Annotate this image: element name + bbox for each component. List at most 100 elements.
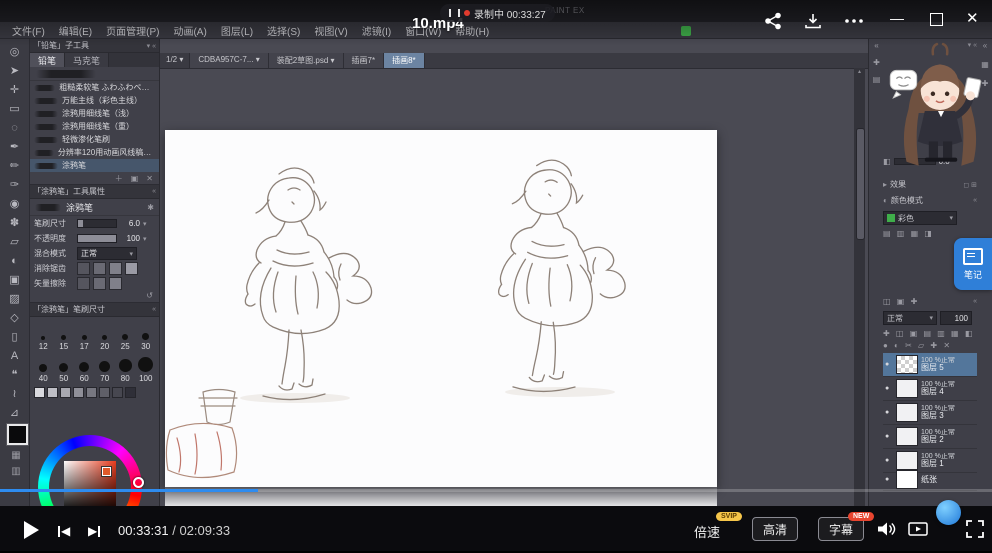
lasso-tool-icon[interactable]: ◌ (4, 119, 26, 138)
menu-item[interactable]: 滤镜(I) (356, 23, 397, 38)
brush-size-option[interactable]: 25 (115, 319, 136, 351)
brush-item[interactable]: 涂鸦用细线笔（重） (30, 120, 159, 133)
seek-bar[interactable] (0, 489, 992, 492)
pattern-icon[interactable]: ▥ (4, 466, 28, 477)
layer-opacity-value[interactable]: 100 (940, 311, 972, 325)
subtool-tab[interactable]: 铅笔 (30, 53, 65, 67)
vector-eraser-option[interactable] (109, 277, 122, 290)
document-tab[interactable]: 装配2草图.psd ▾ (269, 53, 344, 68)
volume-icon[interactable] (876, 521, 896, 537)
menu-item[interactable]: 文件(F) (6, 23, 51, 38)
layer-visibility-icon[interactable]: ● (885, 385, 893, 392)
document-tab[interactable]: 插画7* (344, 53, 385, 68)
paper-layer-row[interactable]: ● 纸张 (883, 468, 977, 491)
download-icon[interactable] (804, 12, 822, 30)
layer-visibility-icon[interactable]: ● (885, 457, 893, 464)
stepper-icon[interactable]: ▾ (143, 220, 147, 228)
sv-cursor[interactable] (102, 467, 111, 476)
canvas-page[interactable] (165, 130, 717, 487)
layer-visibility-icon[interactable]: ● (885, 433, 893, 440)
shape-tool-icon[interactable]: ◇ (4, 309, 26, 328)
layer-tool-icons[interactable]: ✚ ◫ ▣ ▤ ▥ ▦ ◧ (883, 329, 977, 338)
layer-blend-select[interactable]: 正常▾ (883, 311, 937, 325)
pen-tool-icon[interactable]: ✒ (4, 138, 26, 157)
brush-item[interactable]: 万能主线（彩色主线） (30, 94, 159, 107)
more-options-icon[interactable] (844, 17, 864, 25)
antialias-weak-option[interactable] (93, 262, 106, 275)
frame-tool-icon[interactable]: ▯ (4, 328, 26, 347)
brush-item[interactable]: 涂鸦笔 (30, 159, 159, 172)
layer-row[interactable]: ●100 %正常图层 3 (883, 401, 977, 425)
stepper-icon[interactable]: ▾ (143, 235, 147, 243)
brush-size-option[interactable]: 100 (136, 351, 157, 383)
brush-size-option[interactable]: 12 (33, 319, 54, 351)
brush-tool-icon[interactable]: ✑ (4, 176, 26, 195)
antialias-none-option[interactable] (77, 262, 90, 275)
brush-size-slider[interactable] (77, 219, 117, 228)
page-selector[interactable]: 1/2 ▾ (160, 53, 190, 68)
notes-button[interactable]: 笔记 (954, 238, 992, 290)
gradient-tool-icon[interactable]: ▨ (4, 290, 26, 309)
brush-item[interactable]: 涂鸦用细线笔（浅） (30, 107, 159, 120)
panel-menu-icon[interactable]: ▾ « (147, 42, 156, 50)
minimize-icon[interactable]: — (890, 10, 906, 26)
add-brush-icon[interactable]: ＋ (115, 173, 123, 184)
delete-brush-icon[interactable]: ✕ (146, 174, 153, 183)
color-set-icon[interactable]: ▦ (4, 450, 28, 461)
main-color-swatch[interactable] (7, 424, 28, 445)
layer-row[interactable]: ●100 %正常图层 5 (883, 353, 977, 377)
layer-panel-icons[interactable]: ◫ ▣ ✚« (883, 297, 977, 306)
line-correction-tool-icon[interactable]: ≀ (4, 385, 26, 404)
playback-speed-button[interactable]: 倍速 (694, 522, 720, 541)
expand-icon[interactable]: ▸ (883, 180, 887, 189)
subtool-tab[interactable]: 马克笔 (65, 53, 109, 67)
eraser-tool-icon[interactable]: ▱ (4, 233, 26, 252)
hue-cursor[interactable] (133, 477, 144, 488)
brush-item[interactable]: 粗糙柔软笔 ふわふわペン 中间 (30, 81, 159, 94)
antialias-strong-option[interactable] (125, 262, 138, 275)
menu-item[interactable]: 图层(L) (215, 23, 259, 38)
brush-size-option[interactable]: 70 (95, 351, 116, 383)
close-icon[interactable]: ✕ (966, 9, 979, 27)
layer-action-icons[interactable]: ● ◐ ✂ ▱ ✚ ✕ (883, 341, 977, 350)
menu-item[interactable]: 编辑(E) (53, 23, 98, 38)
layer-visibility-icon[interactable]: ● (885, 476, 893, 483)
blend-tool-icon[interactable]: ◐ (4, 252, 26, 271)
next-button[interactable]: ▶ (88, 524, 100, 538)
brush-item[interactable]: 轻微渗化笔刷 (30, 133, 159, 146)
previous-button[interactable]: ◀ (58, 524, 70, 538)
layer-row[interactable]: ●100 %正常图层 2 (883, 425, 977, 449)
brush-size-option[interactable]: 50 (54, 351, 75, 383)
selection-tool-icon[interactable]: ▭ (4, 100, 26, 119)
text-tool-icon[interactable]: A (4, 347, 26, 366)
effect-icons[interactable]: ◻ ⊞ (963, 181, 977, 189)
layer-visibility-icon[interactable]: ● (885, 409, 893, 416)
operation-tool-icon[interactable]: ➤ (4, 62, 26, 81)
brush-size-option[interactable]: 60 (74, 351, 95, 383)
panel-icons[interactable]: ▤ ▥ ▦ ◨ (883, 229, 977, 238)
brush-size-option[interactable]: 30 (136, 319, 157, 351)
share-icon[interactable] (764, 12, 782, 30)
opacity-slider[interactable] (77, 234, 117, 243)
quality-button[interactable]: 高清 (752, 517, 798, 541)
maximize-icon[interactable] (930, 13, 943, 26)
panel-menu-icon[interactable]: « (152, 188, 156, 195)
menu-item[interactable]: 选择(S) (261, 23, 306, 38)
canvas-vertical-scrollbar[interactable]: ▴ (854, 68, 865, 506)
duplicate-brush-icon[interactable]: ▣ (131, 174, 139, 183)
brush-size-option[interactable]: 15 (54, 319, 75, 351)
balloon-tool-icon[interactable]: ❝ (4, 366, 26, 385)
pause-icon[interactable] (449, 9, 460, 17)
menu-item[interactable]: 动画(A) (167, 23, 212, 38)
fill-tool-icon[interactable]: ▣ (4, 271, 26, 290)
blend-mode-dropdown[interactable]: 正常▾ (77, 247, 137, 260)
brush-settings-icon[interactable]: ✱ (147, 203, 154, 212)
move-tool-icon[interactable]: ✛ (4, 81, 26, 100)
layer-row[interactable]: ●100 %正常图层 4 (883, 377, 977, 401)
vector-eraser-option[interactable] (77, 277, 90, 290)
brush-size-option[interactable]: 40 (33, 351, 54, 383)
menu-item[interactable]: 视图(V) (308, 23, 353, 38)
reset-icon[interactable]: ↺ (146, 291, 153, 302)
panel-menu-icon[interactable]: « (152, 306, 156, 313)
vector-eraser-option[interactable] (93, 277, 106, 290)
